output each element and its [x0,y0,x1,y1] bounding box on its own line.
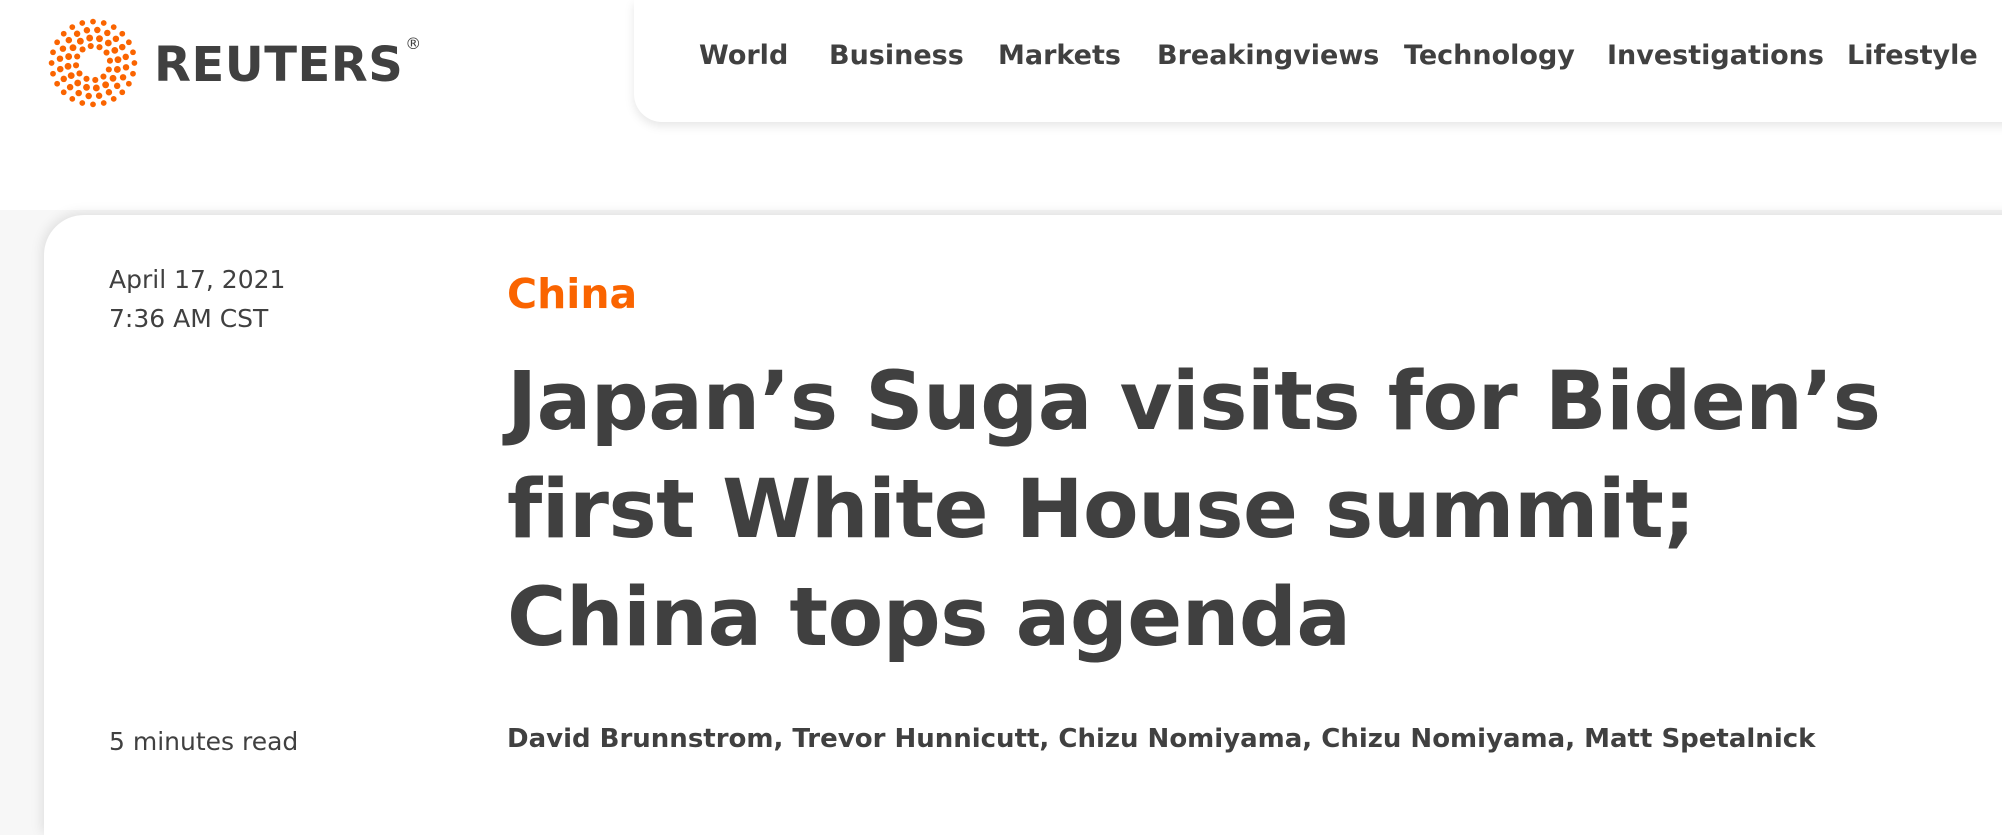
article-headline: Japan’s Suga visits for Biden’s first Wh… [507,348,1881,672]
reuters-logo-icon [48,18,138,108]
nav-item-breakingviews[interactable]: Breakingviews [1157,40,1379,72]
nav-item-markets[interactable]: Markets [998,40,1121,72]
brand-name: REUTERS [154,37,404,93]
main-nav: World Business Markets Breakingviews Tec… [634,0,2002,122]
nav-item-lifestyle[interactable]: Lifestyle [1847,40,1978,72]
headline-line: Japan’s Suga visits for Biden’s [507,355,1881,449]
registered-mark: ® [405,33,422,53]
headline-line: China tops agenda [507,571,1351,665]
article-card: April 17, 2021 7:36 AM CST China Japan’s… [44,215,2002,835]
read-time: 5 minutes read [109,727,299,756]
article-date: April 17, 2021 [109,265,286,294]
nav-item-technology[interactable]: Technology [1404,40,1575,72]
headline-line: first White House summit; [507,463,1696,557]
nav-item-business[interactable]: Business [829,40,964,72]
article-time: 7:36 AM CST [109,304,269,333]
byline[interactable]: David Brunnstrom, Trevor Hunnicutt, Chiz… [507,724,1815,754]
category-link[interactable]: China [507,270,637,318]
nav-item-world[interactable]: World [699,40,788,72]
reuters-logo-link[interactable]: REUTERS ® [44,18,421,108]
nav-item-investigations[interactable]: Investigations [1607,40,1824,72]
